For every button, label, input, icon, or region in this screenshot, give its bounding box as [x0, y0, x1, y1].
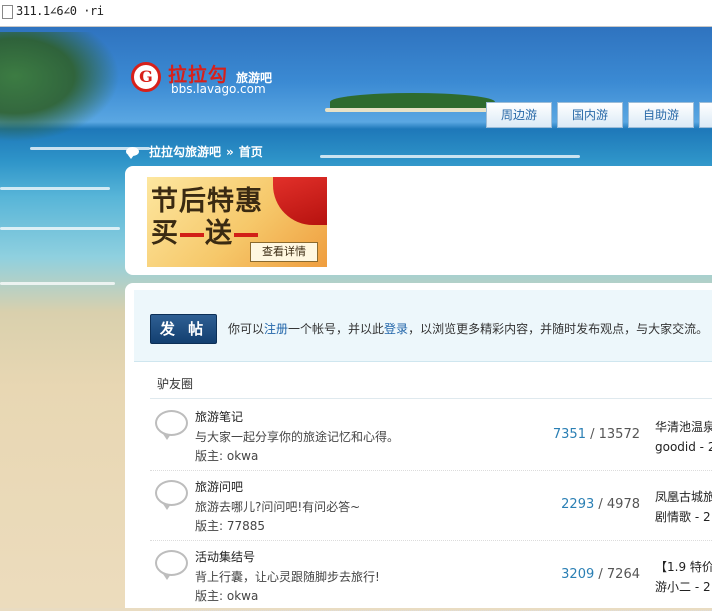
island-sand-decoration	[325, 108, 500, 112]
ribbon-decoration	[273, 177, 327, 225]
forum-name[interactable]: 活动集结号	[195, 548, 255, 565]
last-post-user: goodid - 2	[655, 440, 712, 454]
logo-icon[interactable]: G	[131, 62, 161, 92]
register-link[interactable]: 注册	[264, 322, 288, 336]
forum-description: 旅游去哪儿?问问吧!有问必答~	[195, 500, 361, 514]
forum-description: 背上行囊，让心灵跟随脚步去旅行!	[195, 570, 380, 584]
forum-bubble-icon[interactable]	[155, 550, 188, 580]
site-domain: bbs.lavago.com	[171, 82, 266, 96]
last-post-title[interactable]: 【1.9 特价	[655, 557, 712, 577]
wave-decoration	[320, 155, 580, 158]
forum-stats: 2293 / 4978	[561, 497, 640, 512]
forum-bubble-icon[interactable]	[155, 480, 188, 510]
breadcrumb-current: 首页	[238, 145, 263, 159]
section-title[interactable]: 驴友圈	[157, 375, 193, 392]
browser-address-bar[interactable]: 311.1∠6∠0 ·ri	[0, 0, 712, 27]
post-count: 13572	[598, 427, 640, 442]
last-post-user: 剧情歌 - 2	[655, 510, 711, 524]
chat-bubble-icon	[126, 147, 139, 159]
post-count: 7264	[606, 567, 640, 582]
last-post-title[interactable]: 凤凰古城旅	[655, 487, 712, 507]
thread-count[interactable]: 3209	[561, 567, 594, 582]
forum-name[interactable]: 旅游问吧	[195, 478, 243, 495]
promo-banner[interactable]: 节后特惠 买送 查看详情	[147, 177, 327, 267]
last-post: 【1.9 特价游小二 - 2	[655, 557, 712, 597]
forum-name[interactable]: 旅游笔记	[195, 408, 243, 425]
main-nav: 周边游 国内游 自助游	[486, 102, 712, 128]
palm-leaves-decoration	[0, 32, 120, 142]
page-icon	[2, 5, 13, 19]
address-text[interactable]: 311.1∠6∠0 ·ri	[16, 4, 104, 18]
nav-tab-domestic[interactable]: 国内游	[557, 102, 623, 128]
breadcrumb: 拉拉勾旅游吧 » 首页	[126, 143, 263, 160]
nav-tab-more[interactable]	[699, 102, 712, 128]
welcome-message: 你可以注册一个帐号，并以此登录，以浏览更多精彩内容，并随时发布观点，与大家交流。	[228, 322, 709, 336]
wave-decoration	[0, 227, 120, 230]
breadcrumb-separator: »	[226, 144, 234, 159]
forum-moderator: 版主: okwa	[195, 589, 259, 603]
promo-subline: 买送	[151, 211, 259, 250]
breadcrumb-forum-link[interactable]: 拉拉勾旅游吧	[149, 143, 221, 160]
promo-details-button[interactable]: 查看详情	[250, 242, 318, 262]
post-count: 4978	[606, 497, 640, 512]
forum-row: 旅游笔记 与大家一起分享你的旅途记忆和心得。 版主: okwa 7351 / 1…	[150, 400, 712, 471]
nav-tab-selfguided[interactable]: 自助游	[628, 102, 694, 128]
forum-stats: 7351 / 13572	[552, 427, 640, 442]
last-post: 凤凰古城旅剧情歌 - 2	[655, 487, 712, 527]
forum-moderator: 版主: okwa	[195, 449, 259, 463]
thread-count[interactable]: 7351	[553, 427, 586, 442]
last-post: 华清池温泉 goodid - 2	[655, 417, 712, 457]
thread-count[interactable]: 2293	[561, 497, 594, 512]
last-post-user: 游小二 - 2	[655, 580, 711, 594]
login-link[interactable]: 登录	[384, 322, 408, 336]
forum-stats: 3209 / 7264	[561, 567, 640, 582]
wave-decoration	[0, 187, 110, 190]
nav-tab-nearby[interactable]: 周边游	[486, 102, 552, 128]
post-button[interactable]: 发 帖	[150, 314, 217, 344]
last-post-title[interactable]: 华清池温泉	[655, 417, 712, 437]
forum-row: 活动集结号 背上行囊，让心灵跟随脚步去旅行! 版主: okwa 3209 / 7…	[150, 540, 712, 611]
forum-moderator: 版主: 77885	[195, 519, 266, 533]
wave-decoration	[0, 282, 115, 285]
forum-bubble-icon[interactable]	[155, 410, 188, 440]
forum-description: 与大家一起分享你的旅途记忆和心得。	[195, 430, 400, 444]
forum-row: 旅游问吧 旅游去哪儿?问问吧!有问必答~ 版主: 77885 2293 / 49…	[150, 470, 712, 541]
section-divider	[150, 398, 712, 399]
